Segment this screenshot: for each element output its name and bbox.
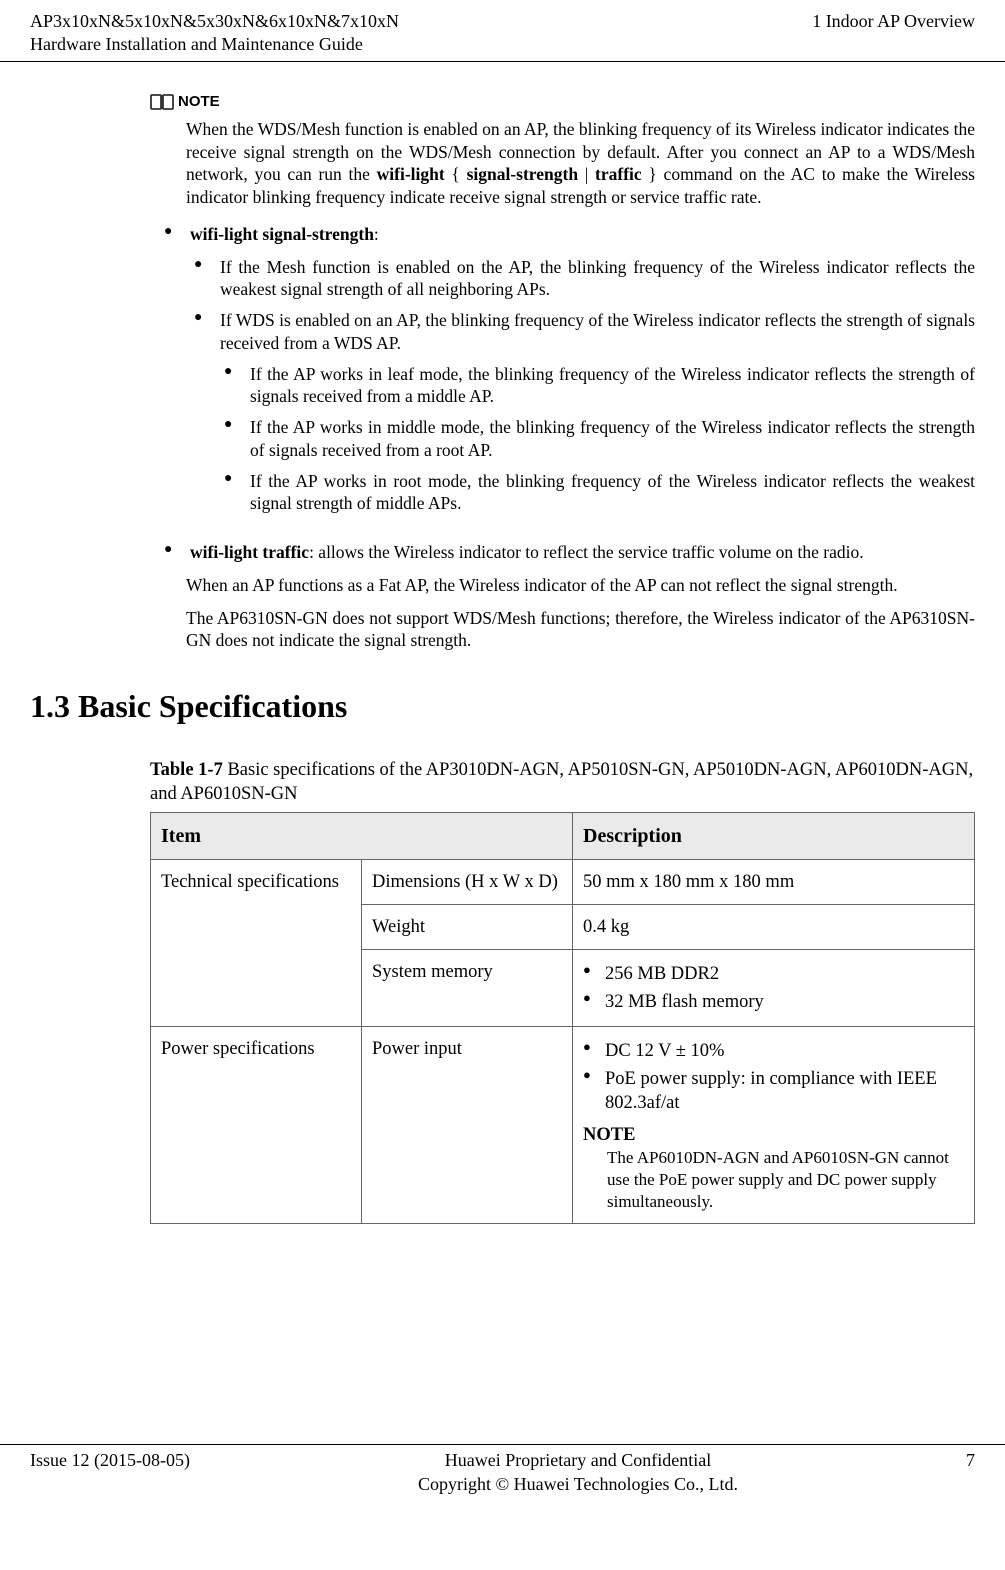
product-line: AP3x10xN&5x10xN&5x30xN&6x10xN&7x10xN bbox=[30, 10, 399, 33]
note-intro: When the WDS/Mesh function is enabled on… bbox=[150, 112, 975, 209]
footer-copyright: Copyright © Huawei Technologies Co., Ltd… bbox=[190, 1473, 966, 1496]
b1-label: wifi-light signal-strength bbox=[190, 224, 374, 244]
b1-sub2-text: If WDS is enabled on an AP, the blinking… bbox=[220, 310, 975, 353]
th-item: Item bbox=[151, 812, 573, 859]
cell-weight-value: 0.4 kg bbox=[573, 904, 975, 949]
b1-suffix: : bbox=[374, 224, 379, 244]
table-caption-text: Basic specifications of the AP3010DN-AGN… bbox=[150, 760, 973, 804]
footer-confidential: Huawei Proprietary and Confidential bbox=[190, 1449, 966, 1472]
b2-label: wifi-light traffic bbox=[190, 542, 309, 562]
bullet-signal-strength: wifi-light signal-strength: If the Mesh … bbox=[186, 219, 975, 537]
bullet-traffic: wifi-light traffic: allows the Wireless … bbox=[186, 537, 975, 568]
table-caption: Table 1-7 Basic specifications of the AP… bbox=[0, 738, 1005, 812]
table-row: Technical specifications Dimensions (H x… bbox=[151, 859, 975, 904]
cmd-traffic: traffic bbox=[595, 164, 642, 184]
spec-table: Item Description Technical specification… bbox=[150, 812, 975, 1225]
doc-title: Hardware Installation and Maintenance Gu… bbox=[30, 33, 399, 56]
cell-weight-label: Weight bbox=[362, 904, 573, 949]
note-label: NOTE bbox=[178, 92, 220, 112]
table-caption-bold: Table 1-7 bbox=[150, 760, 223, 780]
page-footer: Issue 12 (2015-08-05) Huawei Proprietary… bbox=[0, 1444, 1005, 1516]
cell-memory-value: 256 MB DDR2 32 MB flash memory bbox=[573, 949, 975, 1026]
footer-issue: Issue 12 (2015-08-05) bbox=[30, 1449, 190, 1472]
para-ap6310: The AP6310SN-GN does not support WDS/Mes… bbox=[150, 601, 975, 657]
power-item-1: DC 12 V ± 10% bbox=[605, 1037, 964, 1065]
note-icon bbox=[150, 92, 176, 112]
cmd-wifi-light: wifi-light bbox=[377, 164, 445, 184]
b1-sub2-a: If the AP works in leaf mode, the blinki… bbox=[250, 359, 975, 413]
cmd-signal-strength: signal-strength bbox=[467, 164, 579, 184]
cell-note-body: The AP6010DN-AGN and AP6010SN-GN cannot … bbox=[583, 1147, 964, 1213]
cell-power-input-label: Power input bbox=[362, 1026, 573, 1223]
b1-sub2-b: If the AP works in middle mode, the blin… bbox=[250, 412, 975, 466]
cell-power-spec: Power specifications bbox=[151, 1026, 362, 1223]
section-title: 1.3 Basic Specifications bbox=[0, 656, 1005, 738]
brace-open: { bbox=[445, 164, 467, 184]
memory-item-2: 32 MB flash memory bbox=[605, 988, 964, 1016]
chapter-title: 1 Indoor AP Overview bbox=[812, 11, 975, 31]
power-item-2: PoE power supply: in compliance with IEE… bbox=[605, 1065, 964, 1117]
cell-power-input-value: DC 12 V ± 10% PoE power supply: in compl… bbox=[573, 1026, 975, 1223]
page-header: AP3x10xN&5x10xN&5x30xN&6x10xN&7x10xN Har… bbox=[0, 0, 1005, 62]
b1-sub2: If WDS is enabled on an AP, the blinking… bbox=[220, 305, 975, 527]
footer-page-number: 7 bbox=[966, 1449, 975, 1472]
b1-sub2-c: If the AP works in root mode, the blinki… bbox=[250, 466, 975, 520]
cell-tech-spec: Technical specifications bbox=[151, 859, 362, 1026]
pipe: | bbox=[578, 164, 595, 184]
table-header-row: Item Description bbox=[151, 812, 975, 859]
para-fat-ap: When an AP functions as a Fat AP, the Wi… bbox=[150, 568, 975, 601]
brace-close: } bbox=[642, 164, 664, 184]
b1-sub1: If the Mesh function is enabled on the A… bbox=[220, 252, 975, 306]
cell-memory-label: System memory bbox=[362, 949, 573, 1026]
cell-dimensions-value: 50 mm x 180 mm x 180 mm bbox=[573, 859, 975, 904]
th-desc: Description bbox=[573, 812, 975, 859]
cell-note-label: NOTE bbox=[583, 1123, 964, 1147]
b2-text: : allows the Wireless indicator to refle… bbox=[309, 542, 864, 562]
cell-dimensions-label: Dimensions (H x W x D) bbox=[362, 859, 573, 904]
table-row: Power specifications Power input DC 12 V… bbox=[151, 1026, 975, 1223]
memory-item-1: 256 MB DDR2 bbox=[605, 960, 964, 988]
